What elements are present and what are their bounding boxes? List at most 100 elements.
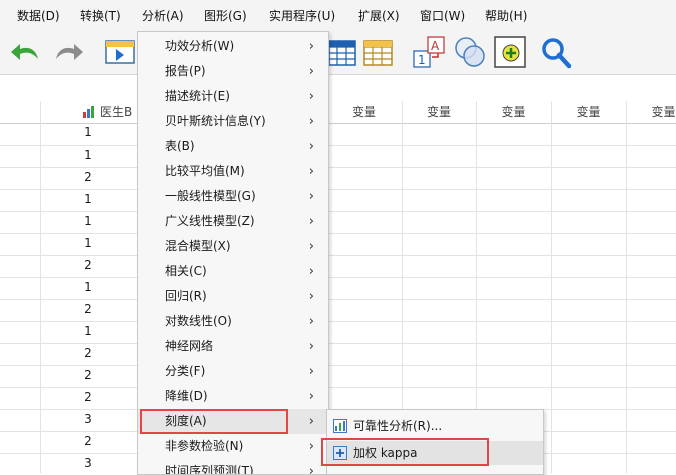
menu-item-label: 神经网络 [165, 339, 214, 353]
table-cell[interactable]: 2 [40, 258, 136, 272]
menu-item-label: 广义线性模型(Z) [165, 214, 255, 228]
row-divider [0, 343, 676, 344]
insert-variable-icon[interactable] [327, 35, 357, 69]
menu-item-regression[interactable]: 回归(R) › [138, 284, 328, 309]
menu-item-label: 混合模型(X) [165, 239, 231, 253]
menu-item-classify[interactable]: 分类(F) › [138, 359, 328, 384]
redo-icon[interactable] [50, 35, 86, 69]
menu-item-label: 报告(P) [165, 64, 206, 78]
menu-item-label: 分类(F) [165, 364, 206, 378]
split-file-icon[interactable] [362, 35, 394, 69]
row-divider [0, 365, 676, 366]
table-cell[interactable]: 2 [40, 390, 136, 404]
table-cell[interactable]: 2 [40, 170, 136, 184]
chevron-right-icon: › [308, 89, 314, 104]
chevron-right-icon: › [308, 189, 314, 204]
variable-header[interactable]: 变量 [551, 101, 627, 124]
table-cell[interactable]: 1 [40, 324, 136, 338]
row-divider [0, 387, 676, 388]
menu-item-label: 比较平均值(M) [165, 164, 245, 178]
row-divider [0, 145, 676, 146]
table-cell[interactable]: 1 [40, 125, 136, 139]
menu-item-mixed-models[interactable]: 混合模型(X) › [138, 234, 328, 259]
variable-header[interactable]: 变量 [626, 101, 676, 124]
chevron-right-icon: › [308, 114, 314, 129]
row-divider [0, 321, 676, 322]
menu-transform[interactable]: 转换(T) [80, 7, 121, 25]
variable-header[interactable]: 变量 [326, 101, 403, 124]
menu-item-label: 降维(D) [165, 389, 208, 403]
menu-item-label: 对数线性(O) [165, 314, 232, 328]
weight-cases-icon[interactable]: 1 A [412, 35, 448, 69]
use-sets-icon[interactable] [493, 35, 529, 69]
menu-item-nonparametric-tests[interactable]: 非参数检验(N) › [138, 434, 328, 459]
table-cell[interactable]: 2 [40, 368, 136, 382]
toolbar: 1 A [0, 31, 676, 75]
chevron-right-icon: › [308, 164, 314, 179]
variable-header[interactable]: 变量 [402, 101, 477, 124]
table-cell[interactable]: 1 [40, 214, 136, 228]
scale-item-highlight [140, 409, 288, 434]
column-divider [626, 101, 627, 473]
undo-icon[interactable] [8, 35, 44, 69]
row-divider [0, 189, 676, 190]
row-divider [0, 167, 676, 168]
menu-help[interactable]: 帮助(H) [485, 7, 527, 25]
menu-item-neural-networks[interactable]: 神经网络 › [138, 334, 328, 359]
value-labels-icon[interactable] [452, 35, 488, 69]
chevron-right-icon: › [308, 314, 314, 329]
table-cell[interactable]: 2 [40, 346, 136, 360]
menu-analyze[interactable]: 分析(A) [136, 2, 190, 31]
menu-item-label: 贝叶斯统计信息(Y) [165, 114, 266, 128]
row-divider [0, 211, 676, 212]
table-cell[interactable]: 2 [40, 302, 136, 316]
chevron-right-icon: › [308, 389, 314, 404]
chevron-right-icon: › [308, 439, 314, 454]
menu-item-label: 相关(C) [165, 264, 207, 278]
table-cell[interactable]: 1 [40, 192, 136, 206]
goto-case-icon[interactable] [104, 35, 136, 69]
menu-item-dimension-reduction[interactable]: 降维(D) › [138, 384, 328, 409]
menu-item-reports[interactable]: 报告(P) › [138, 59, 328, 84]
row-divider [0, 255, 676, 256]
row-number-header [0, 101, 41, 124]
weighted-kappa-highlight [321, 438, 489, 466]
menu-item-generalized-linear-models[interactable]: 广义线性模型(Z) › [138, 209, 328, 234]
table-cell[interactable]: 3 [40, 456, 136, 470]
row-divider [0, 277, 676, 278]
chevron-right-icon: › [308, 264, 314, 279]
menu-item-correlate[interactable]: 相关(C) › [138, 259, 328, 284]
menu-item-bayesian-statistics[interactable]: 贝叶斯统计信息(Y) › [138, 109, 328, 134]
find-icon[interactable] [538, 35, 574, 69]
row-divider [0, 233, 676, 234]
menu-item-reliability-analysis[interactable]: 可靠性分析(R)... [327, 414, 543, 438]
menu-item-general-linear-model[interactable]: 一般线性模型(G) › [138, 184, 328, 209]
table-cell[interactable]: 1 [40, 148, 136, 162]
chevron-right-icon: › [308, 214, 314, 229]
menu-item-loglinear[interactable]: 对数线性(O) › [138, 309, 328, 334]
menu-item-label: 功效分析(W) [165, 39, 235, 53]
menu-graphs[interactable]: 图形(G) [204, 7, 247, 25]
table-cell[interactable]: 1 [40, 280, 136, 294]
column-divider [551, 101, 552, 473]
chevron-right-icon: › [308, 39, 314, 54]
menu-extensions[interactable]: 扩展(X) [358, 7, 400, 25]
menu-bar: 数据(D) 转换(T) 分析(A) 图形(G) 实用程序(U) 扩展(X) 窗口… [0, 0, 676, 31]
menu-data[interactable]: 数据(D) [17, 7, 60, 25]
table-cell[interactable]: 1 [40, 236, 136, 250]
menu-item-tables[interactable]: 表(B) › [138, 134, 328, 159]
chevron-right-icon: › [308, 339, 314, 354]
table-cell[interactable]: 2 [40, 434, 136, 448]
menu-item-compare-means[interactable]: 比较平均值(M) › [138, 159, 328, 184]
menu-item-label: 可靠性分析(R)... [353, 419, 443, 433]
variable-header[interactable]: 变量 [476, 101, 552, 124]
menu-item-power-analysis[interactable]: 功效分析(W) › [138, 34, 328, 59]
column-header-doctor-b[interactable]: 医生B [40, 101, 138, 124]
menu-window[interactable]: 窗口(W) [420, 7, 465, 25]
table-cell[interactable]: 3 [40, 412, 136, 426]
menu-item-label: 非参数检验(N) [165, 439, 244, 453]
menu-item-descriptive-statistics[interactable]: 描述统计(E) › [138, 84, 328, 109]
menu-item-label: 回归(R) [165, 289, 207, 303]
svg-text:1: 1 [418, 53, 426, 67]
menu-utilities[interactable]: 实用程序(U) [269, 7, 335, 25]
